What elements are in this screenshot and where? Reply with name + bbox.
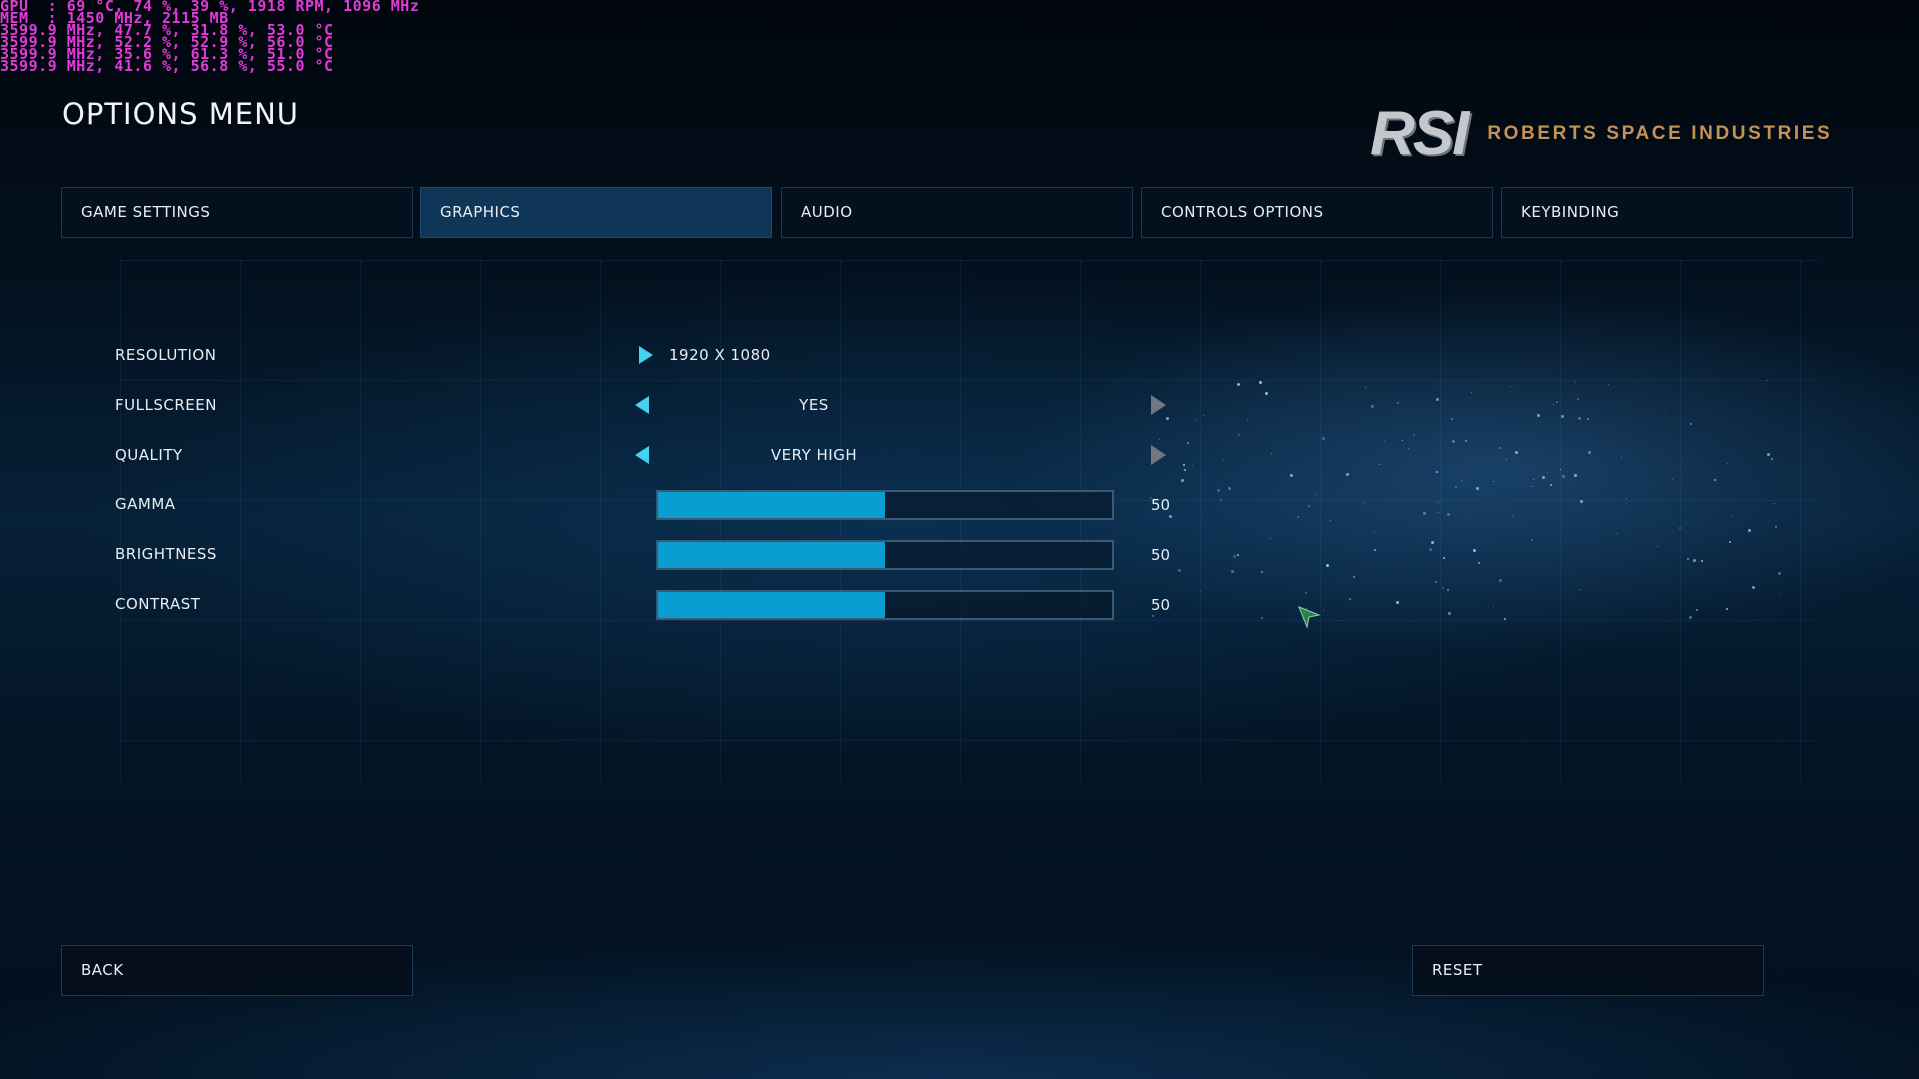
star (1555, 400, 1558, 403)
star (1438, 501, 1440, 503)
star (1559, 468, 1561, 470)
star (1321, 436, 1325, 440)
star (1269, 537, 1271, 539)
setting-label: FULLSCREEN (115, 396, 217, 414)
setting-row-contrast: CONTRAST 50 (115, 589, 1215, 620)
star (1533, 478, 1535, 480)
star (1280, 506, 1282, 508)
setting-label: QUALITY (115, 446, 183, 464)
tab-keybinding[interactable]: KEYBINDING (1501, 187, 1853, 238)
star (1468, 514, 1470, 516)
star (1748, 528, 1752, 532)
star (1460, 479, 1462, 481)
star (1777, 571, 1781, 575)
star (1264, 392, 1268, 396)
options-tabs: GAME SETTINGS GRAPHICS AUDIO CONTROLS OP… (61, 187, 1856, 240)
star (1561, 475, 1565, 479)
rsi-logo-mark: RSI (1370, 99, 1469, 168)
brightness-value: 50 (1151, 546, 1171, 564)
star (1364, 386, 1366, 388)
star (1236, 383, 1240, 387)
star (1180, 478, 1184, 482)
star (1552, 403, 1554, 405)
star (1607, 383, 1609, 385)
contrast-slider[interactable] (656, 590, 1114, 620)
star (1767, 452, 1771, 456)
contrast-value: 50 (1151, 596, 1171, 614)
star (1428, 548, 1432, 552)
star (1514, 450, 1518, 454)
star (1258, 380, 1262, 384)
star (1454, 485, 1457, 488)
overlay-line: 3599.9 MHz, 41.6 %, 56.8 %, 55.0 °C (0, 57, 334, 75)
setting-label: GAMMA (115, 495, 176, 513)
brightness-slider-fill (658, 542, 885, 568)
star (1688, 616, 1692, 620)
star (1325, 563, 1329, 567)
tab-audio[interactable]: AUDIO (781, 187, 1133, 238)
chevron-right-icon[interactable] (1151, 445, 1166, 465)
tab-graphics[interactable]: GRAPHICS (420, 187, 772, 238)
star (1498, 446, 1501, 449)
rsi-logo-text: ROBERTS SPACE INDUSTRIES (1487, 122, 1833, 144)
star (1378, 464, 1380, 465)
chevron-right-icon[interactable] (639, 346, 653, 364)
tab-game-settings[interactable]: GAME SETTINGS (61, 187, 413, 238)
star (1219, 499, 1222, 502)
setting-row-resolution: RESOLUTION 1920 X 1080 (115, 340, 1215, 370)
star (1663, 412, 1665, 414)
star (1259, 388, 1261, 390)
setting-label: BRIGHTNESS (115, 545, 217, 563)
setting-row-quality: QUALITY VERY HIGH (115, 440, 1215, 470)
setting-row-fullscreen: FULLSCREEN YES (115, 390, 1215, 420)
resolution-value[interactable]: 1920 X 1080 (669, 340, 771, 370)
mouse-cursor-icon (1298, 606, 1321, 629)
tab-controls-options[interactable]: CONTROLS OPTIONS (1141, 187, 1493, 238)
star (1671, 478, 1673, 480)
fullscreen-value: YES (799, 396, 829, 414)
star (1314, 493, 1316, 495)
star (1530, 485, 1532, 487)
star (1260, 616, 1263, 619)
star (1511, 516, 1513, 518)
star (1217, 488, 1221, 492)
brightness-slider[interactable] (656, 540, 1114, 570)
chevron-right-icon[interactable] (1151, 395, 1166, 415)
star (1348, 597, 1351, 600)
page-title: OPTIONS MENU (62, 97, 299, 131)
star (1345, 472, 1349, 476)
star (1549, 483, 1552, 486)
star (1232, 554, 1236, 558)
gamma-slider-fill (658, 492, 885, 518)
star (1586, 417, 1589, 420)
setting-label: RESOLUTION (115, 346, 217, 364)
star (1446, 512, 1450, 516)
background-grid (120, 260, 1820, 780)
star (1422, 512, 1426, 516)
star (1260, 571, 1263, 574)
star (1438, 511, 1440, 513)
quality-value: VERY HIGH (770, 446, 858, 464)
setting-row-brightness: BRIGHTNESS 50 (115, 539, 1215, 570)
back-button[interactable]: BACK (61, 945, 413, 996)
rsi-logo: RSI ROBERTS SPACE INDUSTRIES (1370, 98, 1832, 169)
reset-button[interactable]: RESET (1412, 945, 1764, 996)
star (1689, 422, 1692, 425)
star (1450, 417, 1453, 420)
star (1397, 401, 1400, 404)
star (1237, 553, 1240, 556)
performance-overlay: GPU : 69 °C, 74 %, 39 %, 1918 RPM, 1096 … (0, 0, 419, 75)
star (1574, 473, 1577, 477)
star (1531, 538, 1534, 541)
setting-label: CONTRAST (115, 595, 201, 613)
gamma-slider[interactable] (656, 490, 1114, 520)
setting-row-gamma: GAMMA 50 (115, 489, 1215, 520)
contrast-slider-fill (658, 592, 885, 618)
star (1770, 457, 1773, 460)
gamma-value: 50 (1151, 496, 1171, 514)
star (1413, 433, 1416, 436)
star (1435, 470, 1438, 473)
